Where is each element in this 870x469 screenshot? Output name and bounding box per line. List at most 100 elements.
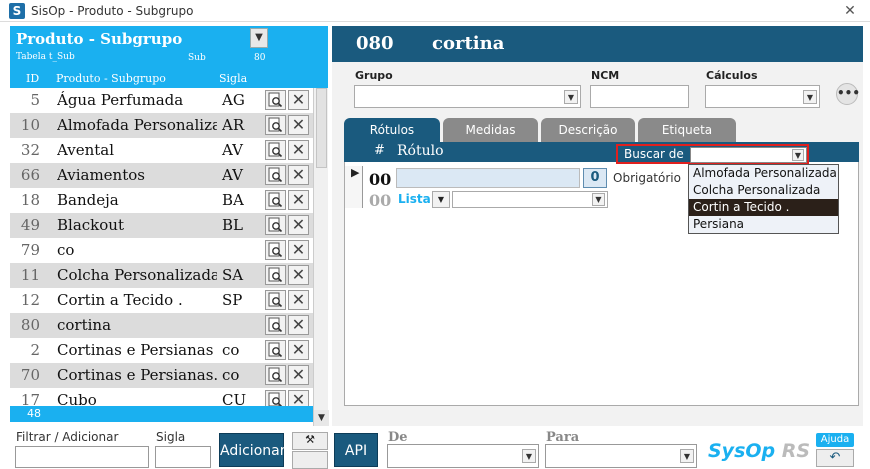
preview-button[interactable] <box>265 365 286 385</box>
delete-button[interactable]: ✕ <box>288 240 309 260</box>
preview-button[interactable] <box>265 140 286 160</box>
item-id: 79 <box>20 241 40 259</box>
rotulo-count[interactable]: 0 <box>583 168 607 188</box>
item-name: Bandeja <box>57 191 119 209</box>
preview-icon <box>268 192 283 208</box>
lista-select[interactable]: ▼ <box>452 191 608 208</box>
grupo-select[interactable]: ▼ <box>354 85 581 108</box>
delete-button[interactable]: ✕ <box>288 340 309 360</box>
delete-button[interactable]: ✕ <box>288 290 309 310</box>
preview-button[interactable] <box>265 265 286 285</box>
list-item[interactable]: 10 Almofada Personalizada AR ✕ <box>10 113 313 138</box>
scroll-thumb[interactable] <box>316 88 327 168</box>
para-select[interactable]: ▼ <box>545 444 697 468</box>
item-name: Cortinas e Persianas. <box>57 366 217 384</box>
search-from-box: Buscar de ▼ <box>616 144 809 164</box>
grid-col-number: # <box>374 143 385 158</box>
preview-button[interactable] <box>265 165 286 185</box>
delete-button[interactable]: ✕ <box>288 215 309 235</box>
delete-button[interactable]: ✕ <box>288 390 309 406</box>
row-number: 00 <box>369 170 392 189</box>
tab-medidas[interactable]: Medidas <box>443 118 538 142</box>
preview-button[interactable] <box>265 390 286 406</box>
delete-icon: ✕ <box>291 190 306 209</box>
add-button[interactable]: Adicionar <box>219 433 285 467</box>
ncm-input[interactable] <box>590 85 689 108</box>
lista-type-dropdown[interactable]: ▼ <box>432 191 450 208</box>
preview-icon <box>268 242 283 258</box>
preview-button[interactable] <box>265 215 286 235</box>
scroll-down-icon[interactable]: ▼ <box>314 410 329 426</box>
delete-icon: ✕ <box>291 115 306 134</box>
delete-button[interactable]: ✕ <box>288 265 309 285</box>
list-item[interactable]: 12 Cortin a Tecido . SP ✕ <box>10 288 313 313</box>
chevron-down-icon: ▼ <box>437 195 445 204</box>
rotulo-input[interactable] <box>396 168 580 188</box>
tools-button[interactable]: ⚒ <box>292 432 328 450</box>
list-item[interactable]: 17 Cubo CU ✕ <box>10 388 313 406</box>
list-item[interactable]: 2 Cortinas e Persianas co ✕ <box>10 338 313 363</box>
list-item[interactable]: 70 Cortinas e Persianas. co ✕ <box>10 363 313 388</box>
list-column-header: ID Produto - Subgrupo Sigla <box>10 70 328 88</box>
tab-descricao[interactable]: Descrição <box>541 118 635 142</box>
preview-button[interactable] <box>265 115 286 135</box>
delete-icon: ✕ <box>291 265 306 284</box>
delete-button[interactable]: ✕ <box>288 115 309 135</box>
dropdown-option[interactable]: Cortin a Tecido . <box>689 199 838 216</box>
row-selector[interactable]: ▶ <box>345 166 363 208</box>
col-sigla[interactable]: Sigla <box>219 72 247 85</box>
tab-etiqueta[interactable]: Etiqueta <box>638 118 736 142</box>
sigla-label: Sigla <box>156 430 186 444</box>
item-sigla: AV <box>222 141 243 159</box>
search-button[interactable] <box>292 451 328 469</box>
preview-button[interactable] <box>265 340 286 360</box>
help-button[interactable]: Ajuda <box>816 433 854 447</box>
record-count-bar: 48 <box>10 406 313 422</box>
preview-button[interactable] <box>265 290 286 310</box>
preview-button[interactable] <box>265 90 286 110</box>
preview-icon <box>268 292 283 308</box>
calculos-select[interactable]: ▼ <box>705 85 820 108</box>
list-item[interactable]: 18 Bandeja BA ✕ <box>10 188 313 213</box>
close-button[interactable]: ✕ <box>838 2 862 20</box>
preview-button[interactable] <box>265 315 286 335</box>
delete-button[interactable]: ✕ <box>288 165 309 185</box>
preview-icon <box>268 392 283 406</box>
col-id[interactable]: ID <box>26 72 39 85</box>
list-scrollbar[interactable]: ▼ <box>313 88 329 426</box>
api-button[interactable]: API <box>334 433 378 467</box>
list-item[interactable]: 79 co ✕ <box>10 238 313 263</box>
tab-rotulos[interactable]: Rótulos <box>344 118 440 142</box>
grid-col-rotulo: Rótulo <box>397 143 444 159</box>
item-name: Colcha Personalizada <box>57 266 217 284</box>
col-name[interactable]: Produto - Subgrupo <box>56 72 166 85</box>
dropdown-option[interactable]: Colcha Personalizada <box>689 182 838 199</box>
de-select[interactable]: ▼ <box>387 444 539 468</box>
delete-button[interactable]: ✕ <box>288 190 309 210</box>
record-code: 080 <box>356 33 394 54</box>
delete-button[interactable]: ✕ <box>288 315 309 335</box>
list-item[interactable]: 32 Avental AV ✕ <box>10 138 313 163</box>
search-from-select[interactable]: ▼ <box>690 147 807 163</box>
list-item[interactable]: 49 Blackout BL ✕ <box>10 213 313 238</box>
list-item[interactable]: 66 Aviamentos AV ✕ <box>10 163 313 188</box>
grupo-label: Grupo <box>355 69 393 82</box>
item-id: 66 <box>20 166 40 184</box>
brand-logo: SysOp RS <box>708 440 810 462</box>
preview-button[interactable] <box>265 240 286 260</box>
para-label: Para <box>546 430 580 445</box>
preview-icon <box>268 367 283 383</box>
list-item[interactable]: 11 Colcha Personalizada SA ✕ <box>10 263 313 288</box>
panel-menu-dropdown[interactable]: ▼ <box>250 28 268 48</box>
dropdown-option[interactable]: Persiana <box>689 216 838 233</box>
item-name: Cubo <box>57 391 97 406</box>
list-item[interactable]: 80 cortina ✕ <box>10 313 313 338</box>
preview-button[interactable] <box>265 190 286 210</box>
delete-button[interactable]: ✕ <box>288 365 309 385</box>
list-item[interactable]: 5 Água Perfumada AG ✕ <box>10 88 313 113</box>
dropdown-option[interactable]: Almofada Personalizada <box>689 165 838 182</box>
delete-button[interactable]: ✕ <box>288 90 309 110</box>
undo-button[interactable]: ↶ <box>816 449 854 467</box>
delete-button[interactable]: ✕ <box>288 140 309 160</box>
more-options-button[interactable]: ••• <box>836 83 860 105</box>
